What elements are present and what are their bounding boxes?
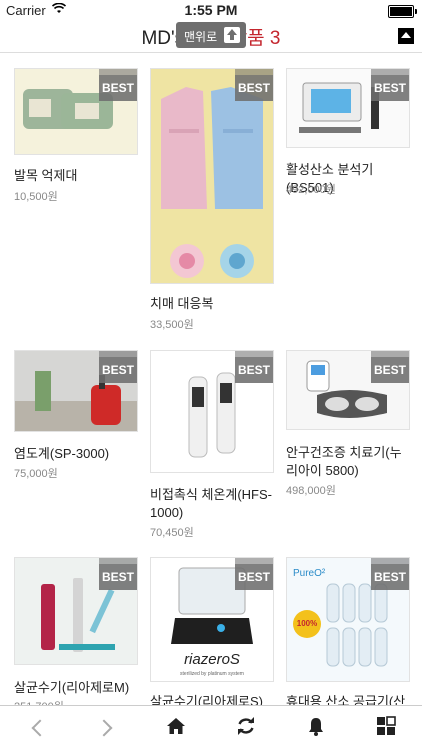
pureo-100-badge: 100% bbox=[297, 619, 317, 628]
product-name[interactable]: 치매 대응복 bbox=[150, 295, 274, 313]
product-name[interactable]: 염도계(SP-3000) bbox=[14, 445, 138, 463]
up-arrow-icon bbox=[224, 27, 240, 43]
product-price: 70,450원 bbox=[150, 527, 194, 539]
product-image[interactable]: BEST bbox=[150, 68, 274, 284]
product-image[interactable]: BEST bbox=[14, 68, 138, 155]
back-to-top-button[interactable]: 맨위로 bbox=[176, 22, 246, 48]
product-name[interactable]: 살균수기(리아제로M) bbox=[14, 679, 138, 697]
best-badge: BEST bbox=[99, 69, 137, 101]
best-badge: BEST bbox=[371, 69, 409, 101]
product-image[interactable]: BEST bbox=[286, 350, 410, 430]
best-badge: BEST bbox=[235, 351, 273, 383]
product-name[interactable]: 발목 억제대 bbox=[14, 167, 138, 185]
grid-menu-icon[interactable] bbox=[376, 716, 400, 740]
pureo-logo-text: PureO² bbox=[293, 568, 326, 579]
product-name[interactable]: 안구건조증 치료기(누리아이 5800) bbox=[286, 444, 410, 480]
product-price: 498,000원 bbox=[286, 485, 336, 497]
best-badge: BEST bbox=[235, 69, 273, 101]
bottom-toolbar bbox=[0, 705, 422, 750]
riazero-logo-text: riazeroS bbox=[184, 651, 240, 668]
home-icon[interactable] bbox=[166, 716, 190, 740]
product-price: 10,500원 bbox=[14, 191, 58, 203]
back-arrow-icon[interactable] bbox=[26, 716, 50, 740]
riazero-logo-subtext: sterilized by platinum system bbox=[180, 671, 244, 677]
bell-icon[interactable] bbox=[306, 716, 330, 740]
product-image[interactable]: riazeroS sterilized by platinum system B… bbox=[150, 557, 274, 682]
product-image[interactable]: BEST bbox=[14, 557, 138, 665]
product-image[interactable]: BEST bbox=[14, 350, 138, 432]
product-image[interactable]: BEST bbox=[150, 350, 274, 473]
product-price: 33,500원 bbox=[150, 319, 194, 331]
forward-arrow-icon[interactable] bbox=[96, 716, 120, 740]
battery-icon bbox=[388, 5, 417, 18]
scroll-top-icon[interactable] bbox=[398, 28, 414, 44]
best-badge: BEST bbox=[371, 351, 409, 383]
status-bar: Carrier 1:55 PM bbox=[0, 0, 422, 20]
product-price: 492,000원 bbox=[286, 184, 336, 196]
best-badge: BEST bbox=[371, 558, 409, 590]
clock: 1:55 PM bbox=[184, 2, 238, 18]
refresh-icon[interactable] bbox=[236, 716, 260, 740]
back-to-top-label: 맨위로 bbox=[184, 30, 218, 44]
best-badge: BEST bbox=[99, 351, 137, 383]
product-name[interactable]: 비접촉식 체온계(HFS-1000) bbox=[150, 486, 274, 522]
product-price: 75,000원 bbox=[14, 468, 58, 480]
product-image[interactable]: BEST bbox=[286, 68, 410, 148]
best-badge: BEST bbox=[99, 558, 137, 590]
best-badge: BEST bbox=[235, 558, 273, 590]
product-image[interactable]: PureO² 100% BEST bbox=[286, 557, 410, 682]
